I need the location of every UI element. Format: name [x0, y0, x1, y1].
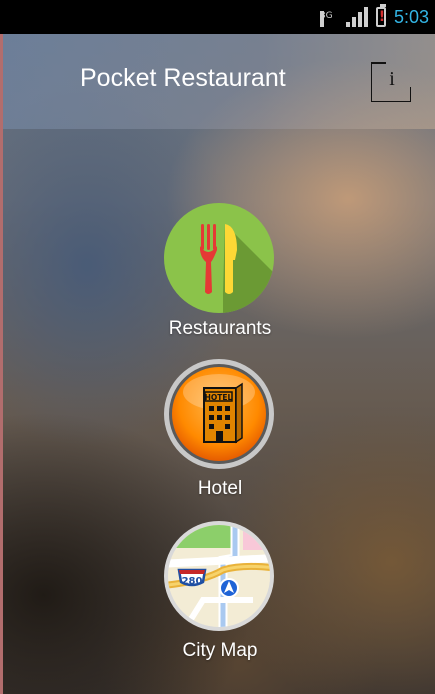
hotel-label: Hotel	[197, 478, 243, 499]
status-icons: 3G ! 5:03	[319, 0, 429, 34]
battery-alert-icon: !	[375, 4, 386, 27]
network-type: 3G	[319, 11, 333, 27]
restaurants-button[interactable]: Restaurants	[0, 202, 435, 342]
hotel-building-icon: HOTEL	[164, 359, 274, 469]
fork-knife-icon	[164, 203, 274, 313]
app-title: Pocket Restaurant	[80, 64, 286, 92]
city-map-icon: 280	[164, 521, 274, 631]
info-button[interactable]: i	[371, 62, 411, 102]
signal-icon: 3G	[319, 7, 368, 27]
highway-shield-text: 280	[182, 576, 203, 587]
clock: 5:03	[393, 6, 429, 27]
info-icon: i	[389, 68, 395, 90]
app-screen: Pocket Restaurant i Restaurants HOTEL Ho…	[0, 34, 435, 694]
hotel-button[interactable]: HOTEL Hotel	[0, 358, 435, 503]
app-bar: Pocket Restaurant i	[0, 34, 435, 129]
hotel-sign-text: HOTEL	[205, 393, 233, 402]
city-map-label: City Map	[182, 640, 258, 661]
restaurants-label: Restaurants	[168, 318, 272, 339]
status-bar: 3G ! 5:03	[0, 0, 435, 34]
city-map-button[interactable]: 280 City Map	[0, 520, 435, 665]
